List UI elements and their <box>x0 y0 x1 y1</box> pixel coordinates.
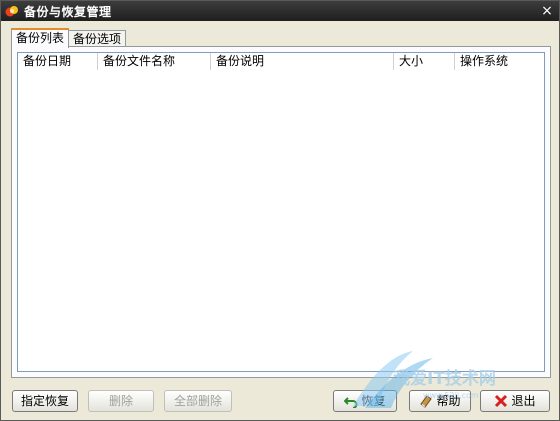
column-header-description[interactable]: 备份说明 <box>211 53 394 70</box>
column-header-os[interactable]: 操作系统 <box>455 53 544 70</box>
column-header-filename[interactable]: 备份文件名称 <box>98 53 211 70</box>
tab-backup-list[interactable]: 备份列表 <box>11 28 70 48</box>
column-header-date[interactable]: 备份日期 <box>18 53 98 70</box>
backup-list[interactable]: 备份日期 备份文件名称 备份说明 大小 操作系统 <box>17 52 545 372</box>
title-bar[interactable]: 备份与恢复管理 × <box>1 1 559 21</box>
restore-specified-button[interactable]: 指定恢复 <box>12 390 78 412</box>
exit-x-icon <box>494 394 508 408</box>
close-button[interactable]: × <box>539 3 555 19</box>
backup-restore-window: 备份与恢复管理 × 备份列表 备份选项 备份日期 备份文件名称 备份说明 大小 … <box>0 0 560 421</box>
tab-strip: 备份列表 备份选项 <box>11 28 127 48</box>
restore-button-label: 恢复 <box>361 394 386 408</box>
backup-list-panel: 备份日期 备份文件名称 备份说明 大小 操作系统 <box>11 46 551 378</box>
undo-arrow-icon <box>344 394 358 409</box>
delete-all-button[interactable]: 全部删除 <box>164 390 232 412</box>
app-icon <box>5 4 19 18</box>
exit-button-label: 退出 <box>511 394 536 408</box>
delete-button[interactable]: 删除 <box>88 390 154 412</box>
exit-button[interactable]: 退出 <box>480 390 550 412</box>
restore-button[interactable]: 恢复 <box>333 390 397 412</box>
help-book-icon <box>419 394 433 408</box>
help-button[interactable]: 帮助 <box>409 390 471 412</box>
list-header: 备份日期 备份文件名称 备份说明 大小 操作系统 <box>18 53 544 70</box>
help-button-label: 帮助 <box>436 394 461 408</box>
column-header-size[interactable]: 大小 <box>394 53 455 70</box>
window-title: 备份与恢复管理 <box>24 4 112 19</box>
